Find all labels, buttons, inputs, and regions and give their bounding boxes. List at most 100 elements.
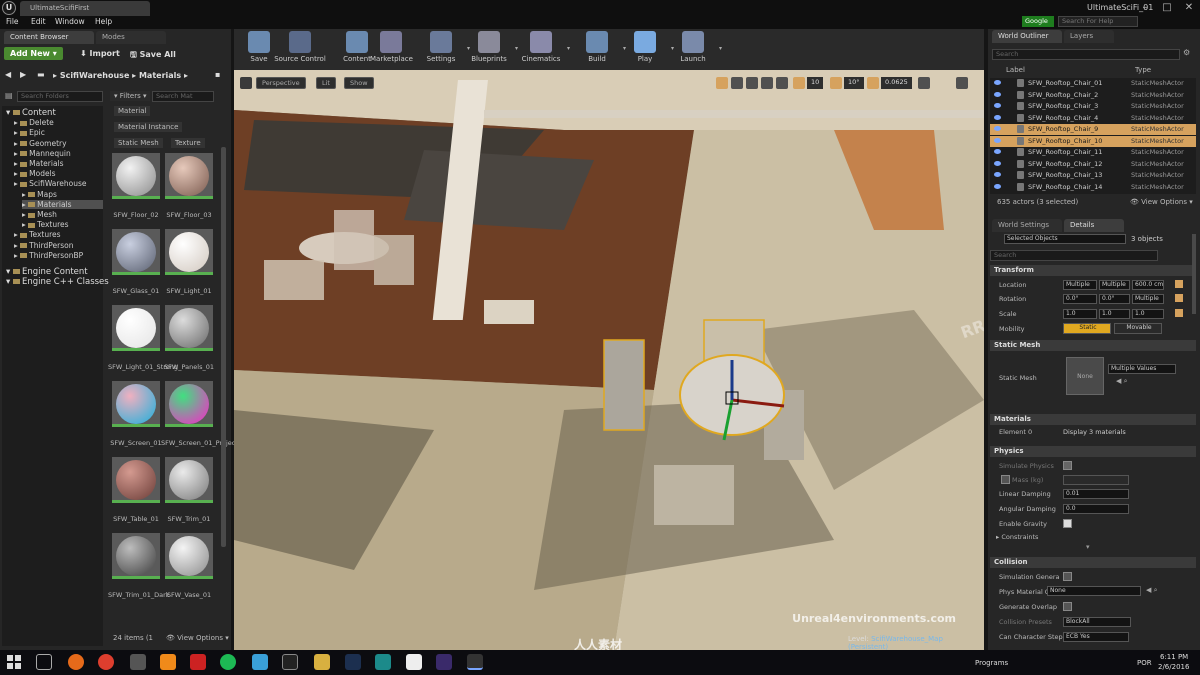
visibility-eye-icon[interactable] [994,183,1001,189]
level-document-tab[interactable]: UltimateScifiFirst [20,1,150,16]
folder-tree-item[interactable]: ▸ ThirdPersonBP [14,251,83,260]
show-button[interactable]: Show [344,77,374,89]
static-mesh-section[interactable]: Static Mesh [990,340,1196,351]
save-all-button[interactable]: 🖫 Save All [130,49,176,63]
world-space-icon[interactable] [761,77,773,89]
rotation-snap-value[interactable]: 10° [844,77,864,89]
location-label[interactable]: Location [999,281,1027,289]
filter-chip-texture[interactable]: Texture [171,138,205,148]
toolbar-launch-button[interactable]: Launch ▾ [672,31,722,63]
material-asset-thumbnail[interactable] [112,381,160,427]
material-asset-thumbnail[interactable] [112,457,160,503]
collision-presets-dropdown[interactable]: BlockAll [1063,617,1131,627]
app-icon[interactable] [406,654,422,670]
toolbar-cinematics-button[interactable]: Cinematics ▾ [520,31,570,63]
add-folder-icon[interactable]: ▤ [5,91,13,100]
rotation-snap-icon[interactable] [830,77,842,89]
maximize-icon[interactable]: □ [1156,0,1178,16]
breadcrumb-item[interactable]: Materials [139,71,181,80]
photoshop-icon[interactable] [345,654,361,670]
folder-tree-item[interactable]: ▸ Textures [14,230,61,239]
scale-y-field[interactable]: 1.0 [1099,309,1130,319]
static-mesh-picker[interactable]: Multiple Values [1108,364,1176,374]
folder-tree-item[interactable]: ▸ Mesh [22,210,57,219]
material-asset-thumbnail[interactable] [165,305,213,351]
menu-file[interactable]: File [6,17,19,26]
folder-tree-item[interactable]: ▾ Engine Content [6,267,88,277]
maximize-viewport-icon[interactable] [956,77,968,89]
material-asset-thumbnail[interactable] [112,305,160,351]
simulate-physics-checkbox[interactable] [1063,461,1072,470]
reset-location-icon[interactable] [1175,280,1183,288]
outliner-row[interactable]: SFW_Rooftop_Chair_01 StaticMeshActor [990,78,1196,89]
physics-section[interactable]: Physics [990,446,1196,457]
filter-chip-static-mesh[interactable]: Static Mesh [114,138,163,148]
scale-x-field[interactable]: 1.0 [1063,309,1097,319]
expand-advanced-icon[interactable]: ▾ [1086,543,1090,551]
outliner-row[interactable]: SFW_Rooftop_Chair_11 StaticMeshActor [990,147,1196,158]
reset-scale-icon[interactable] [1175,309,1183,317]
outliner-row[interactable]: SFW_Rooftop_Chair_10 StaticMeshActor [990,135,1196,147]
rotation-z-field[interactable]: Multiple [1132,294,1164,304]
grid-snap-value[interactable]: 10 [807,77,824,89]
camera-speed-icon[interactable] [918,77,930,89]
breadcrumb-item[interactable]: ScifiWarehouse [60,71,130,80]
material-asset-thumbnail[interactable] [165,533,213,579]
import-button[interactable]: ⬇ Import [80,49,120,58]
app-icon[interactable] [375,654,391,670]
toolbar-marketplace-button[interactable]: Marketplace [370,31,413,63]
outliner-search-input[interactable]: Search [992,49,1180,60]
details-scrollbar[interactable] [1192,234,1196,314]
outliner-row[interactable]: SFW_Rooftop_Chair_4 StaticMeshActor [990,113,1196,124]
outliner-view-options-button[interactable]: 👁 View Options ▾ [1130,198,1193,206]
simulation-generates-hit-checkbox[interactable] [1063,572,1072,581]
filter-chip-material-instance[interactable]: Material Instance [114,122,183,132]
level-viewport[interactable]: Perspective Lit Show 10 10° 0.0625 RRCG.… [234,70,984,650]
forward-icon[interactable]: ▶ [20,70,26,79]
clock-time[interactable]: 6:11 PM [1160,653,1188,661]
clock-date[interactable]: 2/6/2016 [1158,663,1189,671]
mass-override-checkbox[interactable] [1001,475,1010,484]
reset-rotation-icon[interactable] [1175,294,1183,302]
visibility-eye-icon[interactable] [994,172,1001,177]
app-icon[interactable] [436,654,452,670]
enable-gravity-checkbox[interactable] [1063,519,1072,528]
minimize-icon[interactable]: – [1134,0,1156,16]
toolbar-blueprints-button[interactable]: Blueprints ▾ [468,31,518,63]
outliner-col-type[interactable]: Type [1135,66,1151,74]
back-icon[interactable]: ◀ [5,70,11,79]
translate-mode-icon[interactable] [716,77,728,89]
visibility-eye-icon[interactable] [994,80,1001,85]
tab-modes[interactable]: Modes [96,31,166,44]
folder-tree-item[interactable]: ▸ Geometry [14,139,67,148]
visibility-eye-icon[interactable] [994,126,1001,131]
location-y-field[interactable]: Multiple [1099,280,1130,290]
lock-icon[interactable]: ▪ [215,70,220,79]
phys-material-dropdown[interactable]: None [1047,586,1141,596]
visibility-eye-icon[interactable] [994,137,1001,143]
app-icon[interactable] [190,654,206,670]
task-view-icon[interactable] [36,654,52,670]
close-icon[interactable]: ✕ [1178,0,1200,16]
folder-tree-item[interactable]: ▾ Content [6,108,56,118]
lit-button[interactable]: Lit [316,77,336,89]
folder-tree-item[interactable]: ▸ Materials [22,199,103,209]
outliner-row[interactable]: SFW_Rooftop_Chair_3 StaticMeshActor [990,101,1196,112]
help-search-input[interactable]: Search For Help [1058,16,1138,27]
folder-tree-item[interactable]: ▸ Textures [22,220,69,229]
mass-field[interactable] [1063,475,1129,485]
outliner-row[interactable]: SFW_Rooftop_Chair_14 StaticMeshActor [990,182,1196,193]
add-new-button[interactable]: Add New ▾ [4,47,63,60]
dropdown-caret-icon[interactable]: ▾ [719,45,722,52]
outliner-row[interactable]: SFW_Rooftop_Chair_2 StaticMeshActor [990,90,1196,101]
mobility-movable-button[interactable]: Movable [1114,323,1162,334]
folder-tree-item[interactable]: ▸ Mannequin [14,149,71,158]
material-asset-thumbnail[interactable] [112,153,160,199]
visibility-eye-icon[interactable] [994,103,1001,108]
tab-layers[interactable]: Layers [1064,30,1114,43]
folder-tree-item[interactable]: ▸ ScifiWarehouse [14,179,87,188]
asset-view-options-button[interactable]: 👁 View Options ▾ [166,634,229,642]
tray-programs[interactable]: Programs [975,659,1008,667]
tab-world-outliner[interactable]: World Outliner [992,30,1062,43]
outliner-settings-icon[interactable]: ⚙ [1183,48,1190,57]
